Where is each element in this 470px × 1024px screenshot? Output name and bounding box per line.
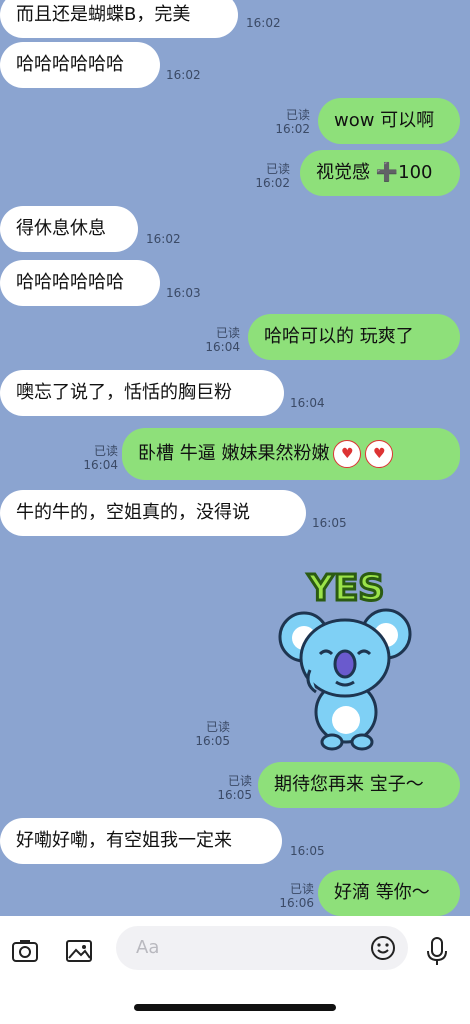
home-indicator[interactable]: [134, 1004, 336, 1011]
message-time: 16:02: [166, 68, 201, 82]
outgoing-bubble[interactable]: 视觉感 ➕100: [300, 150, 460, 196]
message-time: 16:04: [205, 340, 240, 354]
camera-button[interactable]: [8, 934, 42, 968]
outgoing-bubble[interactable]: 哈哈可以的 玩爽了: [248, 314, 460, 360]
message-meta: 已读 16:06: [279, 882, 314, 910]
incoming-bubble[interactable]: 好嘞好嘞，有空姐我一定来: [0, 818, 282, 864]
heart-eyes-emoji-icon: ♥: [333, 440, 362, 468]
message-text: 好滴 等你～: [334, 882, 430, 903]
message-text: 哈哈哈哈哈哈: [16, 54, 124, 75]
message-input-placeholder: Aa: [136, 937, 160, 958]
message-time: 16:02: [246, 16, 281, 30]
emoji-button[interactable]: [368, 933, 398, 963]
incoming-bubble[interactable]: 哈哈哈哈哈哈: [0, 260, 160, 306]
message-time: 16:05: [195, 734, 230, 748]
message-text: 哈哈哈哈哈哈: [16, 272, 124, 293]
microphone-button[interactable]: [420, 934, 454, 968]
message-time: 16:05: [217, 788, 252, 802]
message-text: 而且还是蝴蝶B，完美: [16, 4, 191, 25]
read-receipt: 已读: [215, 326, 240, 340]
message-input[interactable]: Aa: [116, 926, 408, 970]
message-text: 好嘞好嘞，有空姐我一定来: [16, 830, 232, 851]
outgoing-bubble[interactable]: 好滴 等你～: [318, 870, 460, 916]
message-time: 16:04: [83, 458, 118, 472]
read-receipt: 已读: [93, 444, 118, 458]
message-text: 噢忘了说了，恬恬的胸巨粉: [16, 382, 232, 403]
message-time: 16:05: [290, 844, 325, 858]
message-time: 16:03: [166, 286, 201, 300]
message-text: 卧槽 牛逼 嫩妹果然粉嫩: [138, 443, 330, 464]
microphone-icon: [427, 937, 447, 965]
incoming-bubble[interactable]: 牛的牛的，空姐真的，没得说: [0, 490, 306, 536]
svg-text:YES: YES: [307, 568, 385, 609]
outgoing-bubble[interactable]: 卧槽 牛逼 嫩妹果然粉嫩 ♥ ♥: [122, 428, 460, 480]
message-meta: 已读 16:05: [217, 774, 252, 802]
message-meta: 已读 16:02: [275, 108, 310, 136]
read-receipt: 已读: [205, 720, 230, 734]
koala-sticker-icon: YES: [278, 567, 412, 751]
chat-area[interactable]: 而且还是蝴蝶B，完美 16:02 哈哈哈哈哈哈 16:02 已读 16:02 w…: [0, 0, 470, 916]
outgoing-bubble[interactable]: wow 可以啊: [318, 98, 460, 144]
incoming-bubble[interactable]: 而且还是蝴蝶B，完美: [0, 0, 238, 38]
incoming-bubble[interactable]: 噢忘了说了，恬恬的胸巨粉: [0, 370, 284, 416]
outgoing-bubble[interactable]: 期待您再来 宝子～: [258, 762, 460, 808]
message-time: 16:02: [146, 232, 181, 246]
camera-icon: [12, 940, 38, 962]
message-time: 16:02: [275, 122, 310, 136]
message-time: 16:02: [255, 176, 290, 190]
message-text: 视觉感 ➕100: [316, 162, 433, 183]
message-text: 得休息休息: [16, 218, 106, 239]
koala-yes-sticker[interactable]: YES: [276, 562, 416, 752]
read-receipt: 已读: [289, 882, 314, 896]
message-text: wow 可以啊: [334, 110, 435, 131]
message-meta: 已读 16:02: [255, 162, 290, 190]
message-text: 牛的牛的，空姐真的，没得说: [16, 502, 250, 523]
gallery-button[interactable]: [62, 934, 96, 968]
smiley-icon: [371, 936, 395, 960]
incoming-bubble[interactable]: 得休息休息: [0, 206, 138, 252]
read-receipt: 已读: [265, 162, 290, 176]
message-meta: 已读 16:05: [194, 720, 230, 748]
message-time: 16:05: [312, 516, 347, 530]
read-receipt: 已读: [285, 108, 310, 122]
heart-eyes-emoji-icon: ♥: [365, 440, 394, 468]
message-time: 16:04: [290, 396, 325, 410]
message-text: 哈哈可以的 玩爽了: [264, 326, 414, 347]
message-meta: 已读 16:04: [205, 326, 240, 354]
message-meta: 已读 16:04: [83, 444, 118, 472]
message-time: 16:06: [279, 896, 314, 910]
incoming-bubble[interactable]: 哈哈哈哈哈哈: [0, 42, 160, 88]
read-receipt: 已读: [227, 774, 252, 788]
message-text: 期待您再来 宝子～: [274, 774, 424, 795]
image-icon: [66, 940, 92, 962]
